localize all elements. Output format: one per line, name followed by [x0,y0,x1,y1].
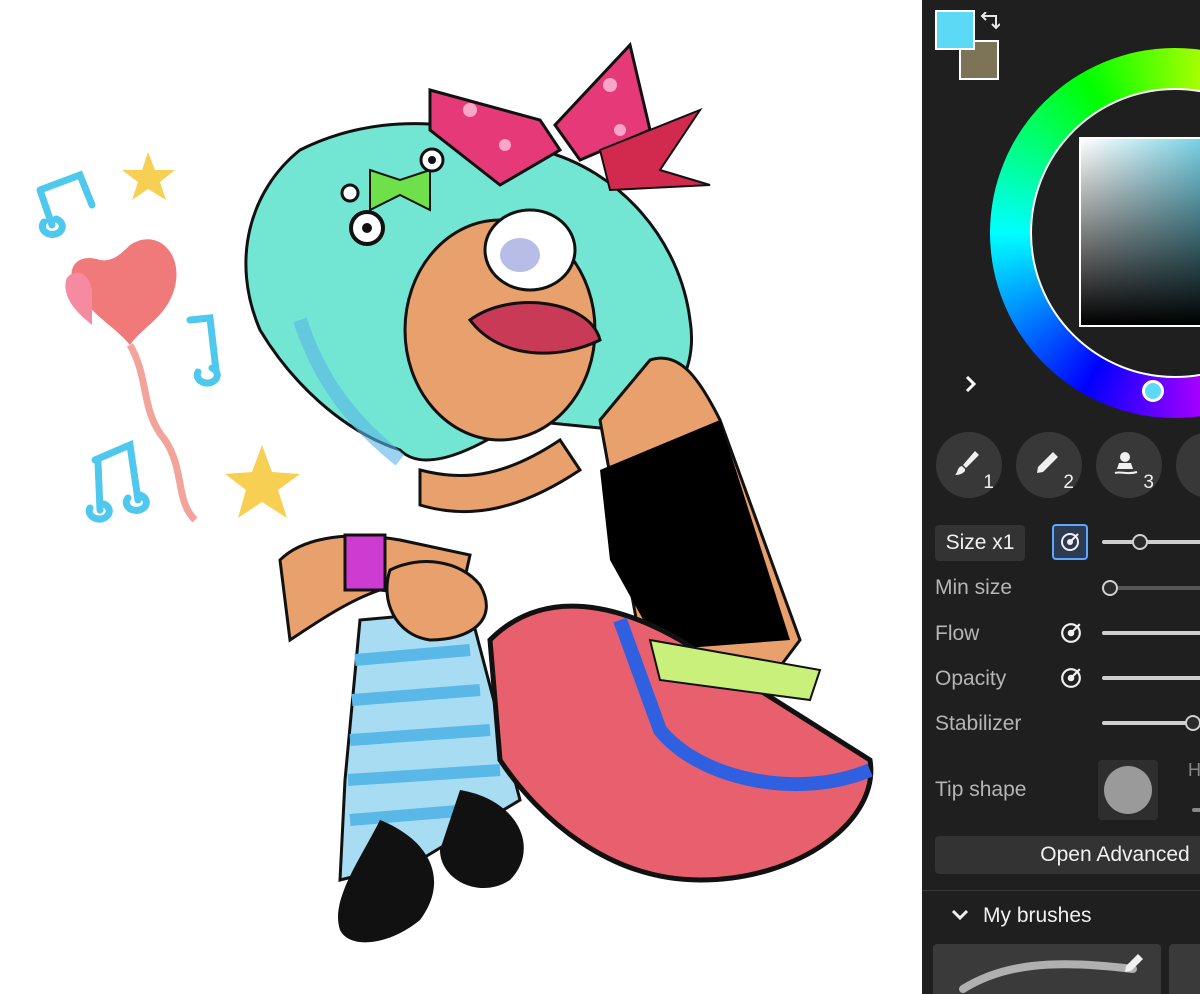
hue-picker-handle[interactable] [1142,380,1164,402]
primary-color-swatch[interactable] [935,10,975,50]
chevron-down-icon[interactable] [950,908,970,922]
stabilizer-label: Stabilizer [935,712,1022,735]
size-slider-track[interactable] [1102,540,1200,544]
pressure-icon [1061,533,1079,551]
tip-hardness-slider-track[interactable] [1192,808,1200,812]
size-multiplier-button[interactable]: Size x1 [935,525,1025,561]
brush-icon [955,451,979,475]
my-brushes-header[interactable]: My brushes [983,904,1092,928]
opacity-label: Opacity [935,667,1007,690]
pencil-icon [1037,452,1058,473]
chevron-right-icon[interactable] [964,374,978,394]
min-size-slider-handle[interactable] [1102,580,1118,596]
drawing-canvas[interactable] [0,0,922,994]
pressure-toggle-size[interactable] [1052,524,1088,560]
flow-label: Flow [935,622,980,645]
tip-hardness-label: H [1188,760,1200,780]
smudge-icon [1114,452,1138,475]
tool-slot-number: 3 [1143,472,1154,493]
stabilizer-slider-handle[interactable] [1185,715,1200,731]
tip-shape-preview[interactable] [1098,760,1158,820]
edit-pencil-icon[interactable] [1123,952,1145,974]
brush-settings-panel: 1 2 3 Size x1 Min size Flow Opacity Stab… [922,0,1200,994]
brush-preset-card[interactable] [933,944,1161,994]
star-doodle [122,152,175,200]
flow-slider-track[interactable] [1102,631,1200,635]
tool-slot-number: 1 [983,472,994,493]
pressure-icon[interactable] [1060,667,1082,689]
brush-preset-card[interactable] [1169,944,1200,994]
tip-shape-label: Tip shape [935,778,1027,801]
tool-slot-4[interactable] [1176,432,1200,498]
pressure-icon[interactable] [1060,622,1082,644]
tool-slot-2[interactable]: 2 [1016,432,1082,498]
min-size-label: Min size [935,576,1013,599]
section-divider [922,890,1200,891]
artwork [36,41,874,943]
tool-slot-3[interactable]: 3 [1096,432,1162,498]
saturation-value-square[interactable] [1079,137,1200,327]
opacity-slider-track[interactable] [1102,676,1200,680]
tool-slot-number: 2 [1063,472,1074,493]
star-doodle [225,445,300,518]
open-advanced-button[interactable]: Open Advanced [935,836,1200,874]
size-slider-handle[interactable] [1132,534,1148,550]
swap-colors-icon[interactable] [978,12,1000,34]
round-tip-icon [1104,766,1152,814]
tool-slot-1[interactable]: 1 [936,432,1002,498]
